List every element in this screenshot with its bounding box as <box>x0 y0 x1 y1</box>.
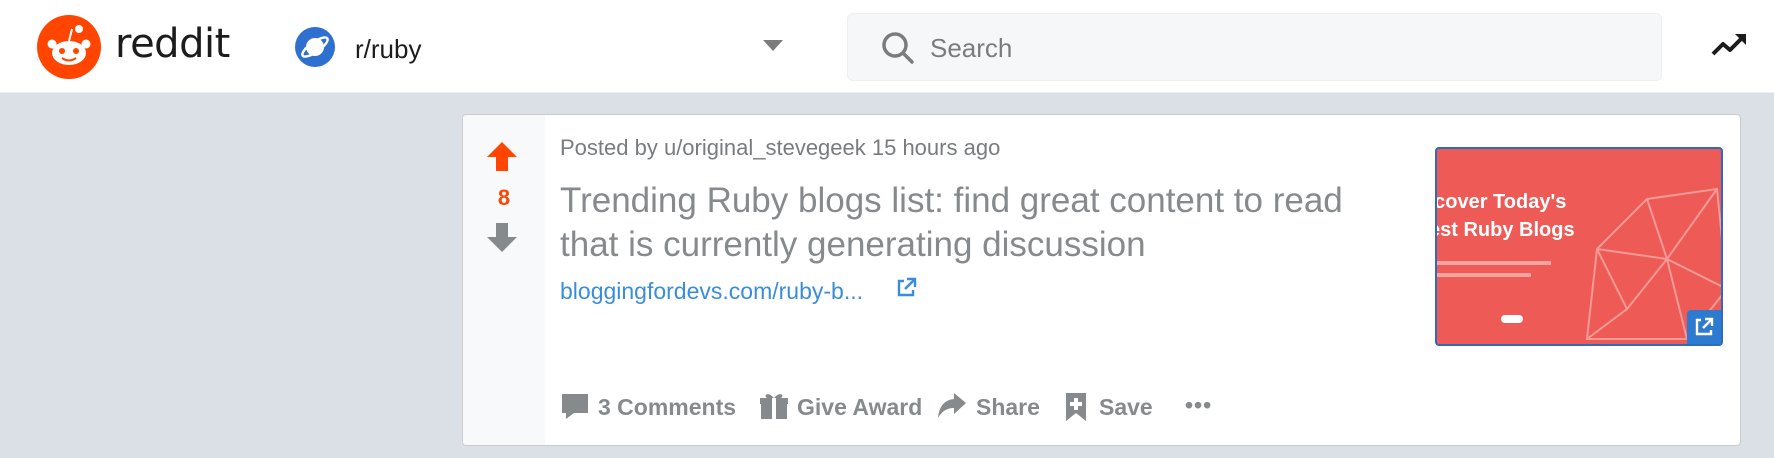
comments-label: 3 Comments <box>598 394 737 420</box>
more-options-icon: ••• <box>1185 392 1213 418</box>
vote-column: 8 <box>463 115 545 445</box>
post-title[interactable]: Trending Ruby blogs list: find great con… <box>560 179 1400 267</box>
more-options-button[interactable]: ••• <box>1185 387 1225 427</box>
vote-score: 8 <box>497 185 511 210</box>
post-thumbnail[interactable]: scover Today's est Ruby Blogs <box>1435 147 1723 346</box>
subreddit-switcher[interactable]: r/ruby <box>295 24 795 70</box>
search-input[interactable] <box>928 14 1632 82</box>
top-navbar: reddit r/ruby <box>0 0 1774 93</box>
reddit-logo-icon[interactable] <box>37 15 101 79</box>
save-button[interactable]: Save <box>1063 387 1163 427</box>
chevron-down-icon[interactable] <box>763 40 783 51</box>
save-label: Save <box>1099 394 1153 420</box>
share-label: Share <box>976 394 1040 420</box>
external-link-icon[interactable] <box>894 276 918 300</box>
comments-button[interactable]: 3 Comments <box>560 387 740 427</box>
share-button[interactable]: Share <box>936 387 1046 427</box>
post-meta: Posted by u/original_stevegeek 15 hours … <box>560 135 1001 160</box>
thumbnail-text-line1: scover Today's <box>1435 191 1567 213</box>
post-card[interactable]: 8 Posted by u/original_stevegeek 15 hour… <box>462 114 1741 446</box>
gift-icon <box>760 394 788 419</box>
comment-icon <box>562 394 588 419</box>
subreddit-planet-icon <box>295 27 335 67</box>
thumbnail-text-line2: est Ruby Blogs <box>1435 219 1575 241</box>
give-award-button[interactable]: Give Award <box>759 387 923 427</box>
search-bar[interactable] <box>847 13 1662 82</box>
reddit-wordmark[interactable]: reddit <box>115 21 230 67</box>
upvote-icon[interactable] <box>484 139 520 175</box>
subreddit-name: r/ruby <box>355 34 422 64</box>
share-icon <box>938 393 966 418</box>
give-award-label: Give Award <box>797 394 923 420</box>
downvote-icon[interactable] <box>484 219 520 255</box>
thumbnail-external-link-icon[interactable] <box>1687 310 1721 344</box>
search-icon <box>882 32 914 64</box>
post-link[interactable]: bloggingfordevs.com/ruby-b... <box>560 278 863 305</box>
trending-icon[interactable] <box>1711 30 1747 60</box>
save-bookmark-icon <box>1066 393 1086 421</box>
